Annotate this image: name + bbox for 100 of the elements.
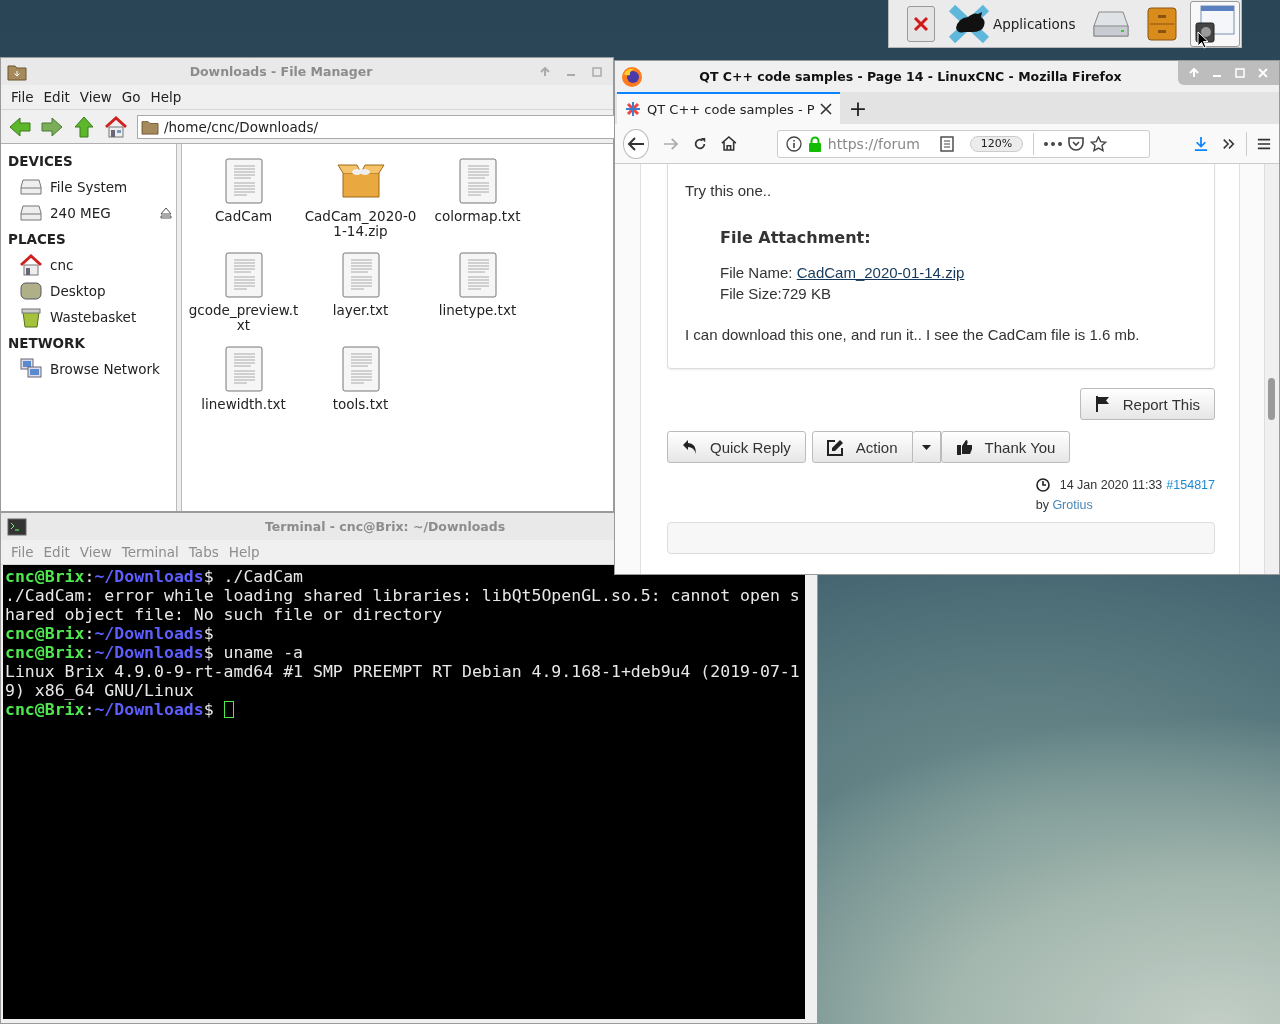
text-file-icon[interactable] bbox=[458, 252, 497, 298]
mouse-logo-icon bbox=[948, 3, 990, 44]
reader-view-icon[interactable] bbox=[939, 135, 954, 152]
drive-icon bbox=[20, 179, 42, 195]
eject-icon[interactable] bbox=[160, 207, 172, 219]
tab-title: QT C++ code samples - P bbox=[647, 101, 814, 117]
browser-tab[interactable]: QT C++ code samples - P bbox=[617, 92, 840, 124]
home-icon[interactable] bbox=[721, 135, 737, 152]
terminal-line: cnc@Brix:~/Downloads$ ./CadCam bbox=[5, 567, 304, 586]
text-file-icon[interactable] bbox=[458, 158, 497, 204]
scrollbar[interactable] bbox=[1264, 164, 1279, 574]
site-favicon-icon bbox=[625, 101, 641, 117]
sidebar-heading: NETWORK bbox=[8, 334, 86, 353]
back-button[interactable] bbox=[623, 128, 650, 159]
info-icon bbox=[785, 135, 802, 152]
window-title: Terminal - cnc@Brix: ~/Downloads bbox=[265, 519, 506, 534]
star-icon[interactable] bbox=[1090, 135, 1108, 152]
terminal-line: hared object file: No such file or directory bbox=[5, 605, 443, 624]
file-name[interactable]: linetype.txt bbox=[421, 303, 534, 318]
close-icon[interactable] bbox=[820, 103, 832, 115]
reload-icon[interactable] bbox=[693, 135, 708, 152]
forward-button[interactable] bbox=[41, 114, 63, 139]
more-icon[interactable] bbox=[1044, 141, 1063, 146]
minimize-icon bbox=[1213, 75, 1221, 77]
desktop-icon bbox=[20, 282, 42, 300]
sidebar-heading: DEVICES bbox=[8, 152, 74, 171]
zoom-level-button[interactable]: 120% bbox=[969, 135, 1024, 152]
menu-item[interactable]: File bbox=[7, 87, 38, 107]
window-title: Downloads - File Manager bbox=[188, 64, 374, 79]
menu-item[interactable]: Help bbox=[146, 87, 186, 107]
new-tab-button[interactable]: + bbox=[840, 92, 876, 124]
menu-item[interactable]: View bbox=[75, 87, 116, 107]
terminal-line: ./CadCam: error while loading shared libraries: libQt5OpenGL.so.5: cannot open s bbox=[5, 586, 800, 605]
browser-logo-icon bbox=[621, 65, 643, 88]
home-icon bbox=[105, 115, 127, 138]
trash-icon bbox=[20, 306, 42, 328]
terminal-line: 9) x86_64 GNU/Linux bbox=[5, 681, 194, 700]
file-name[interactable]: linewidth.txt bbox=[187, 397, 300, 412]
terminal-line: cnc@Brix:~/Downloads$ uname -a bbox=[5, 643, 304, 662]
file-name[interactable]: CadCam bbox=[187, 209, 300, 224]
left-arrow-icon bbox=[9, 116, 31, 137]
drive-icon bbox=[20, 205, 42, 221]
text-file-icon[interactable] bbox=[224, 252, 263, 298]
file-name[interactable]: layer.txt bbox=[304, 303, 417, 318]
sidebar-item[interactable]: Browse Network bbox=[50, 361, 160, 377]
terminal-line: cnc@Brix:~/Downloads$ bbox=[5, 700, 214, 719]
clock-icon bbox=[1035, 478, 1050, 492]
file-name[interactable]: colormap.txt bbox=[421, 209, 534, 224]
sidebar-item[interactable]: Wastebasket bbox=[50, 309, 137, 325]
file-name-label: File Name: bbox=[720, 264, 793, 281]
window-switcher-icon bbox=[1195, 4, 1236, 43]
pocket-icon[interactable] bbox=[1068, 136, 1085, 151]
window-list-button[interactable] bbox=[1190, 0, 1241, 47]
up-arrow-icon bbox=[1189, 68, 1199, 78]
thumbs-up-icon bbox=[955, 439, 973, 455]
attachment-link[interactable]: CadCam_2020-01-14.zip bbox=[796, 264, 965, 281]
sidebar-item[interactable]: 240 MEG bbox=[50, 205, 111, 221]
post-number-link[interactable]: #154817 bbox=[1166, 478, 1215, 492]
close-icon bbox=[912, 14, 930, 33]
thank-you-button[interactable]: Thank You bbox=[940, 431, 1071, 463]
sidebar-item[interactable]: File System bbox=[50, 179, 128, 195]
flag-icon bbox=[1094, 395, 1111, 413]
sidebar-item[interactable]: Desktop bbox=[50, 283, 106, 299]
text-file-icon[interactable] bbox=[224, 158, 263, 204]
file-name[interactable]: tools.txt bbox=[304, 397, 417, 412]
menu-item[interactable]: Edit bbox=[39, 87, 74, 107]
maximize-icon bbox=[1235, 68, 1245, 78]
left-arrow-icon bbox=[627, 135, 646, 152]
menu-item[interactable]: Go bbox=[117, 87, 145, 107]
file-name[interactable]: gcode_preview.txt bbox=[187, 303, 300, 333]
scrollbar-thumb[interactable] bbox=[1268, 378, 1275, 420]
close-button[interactable] bbox=[907, 5, 935, 42]
drive-icon bbox=[1093, 9, 1130, 38]
lock-icon bbox=[807, 135, 822, 152]
folder-icon bbox=[141, 118, 159, 135]
download-icon[interactable] bbox=[1194, 134, 1209, 153]
action-dropdown-button[interactable] bbox=[912, 431, 941, 463]
sidebar-item[interactable]: cnc bbox=[50, 257, 74, 273]
home-button[interactable] bbox=[105, 114, 127, 139]
applications-menu-button[interactable]: Applications bbox=[943, 3, 1081, 44]
network-icon bbox=[20, 358, 42, 380]
chevron-icon[interactable] bbox=[1222, 136, 1237, 151]
minimize-icon bbox=[567, 73, 575, 76]
text-file-icon[interactable] bbox=[224, 346, 263, 392]
edit-icon bbox=[826, 438, 844, 456]
location-field[interactable]: /home/cnc/Downloads/ bbox=[137, 114, 614, 139]
report-button[interactable]: Report This bbox=[1079, 388, 1215, 420]
right-arrow-icon[interactable] bbox=[663, 135, 680, 152]
post-time: 14 Jan 2020 11:33 bbox=[1059, 478, 1163, 492]
up-button[interactable] bbox=[73, 114, 95, 139]
address-bar[interactable]: https://forum 120% bbox=[776, 129, 1151, 158]
file-name[interactable]: CadCam_2020-01-14.zip bbox=[304, 209, 417, 239]
text-file-icon[interactable] bbox=[341, 252, 380, 298]
text-file-icon[interactable] bbox=[341, 346, 380, 392]
menu-icon[interactable] bbox=[1257, 136, 1271, 151]
folder-icon bbox=[7, 62, 27, 81]
terminal-icon bbox=[7, 517, 27, 536]
author-link[interactable]: Grotius bbox=[1052, 498, 1093, 512]
quick-reply-button[interactable]: Quick Reply bbox=[667, 431, 806, 463]
action-button[interactable]: Action bbox=[811, 431, 913, 463]
